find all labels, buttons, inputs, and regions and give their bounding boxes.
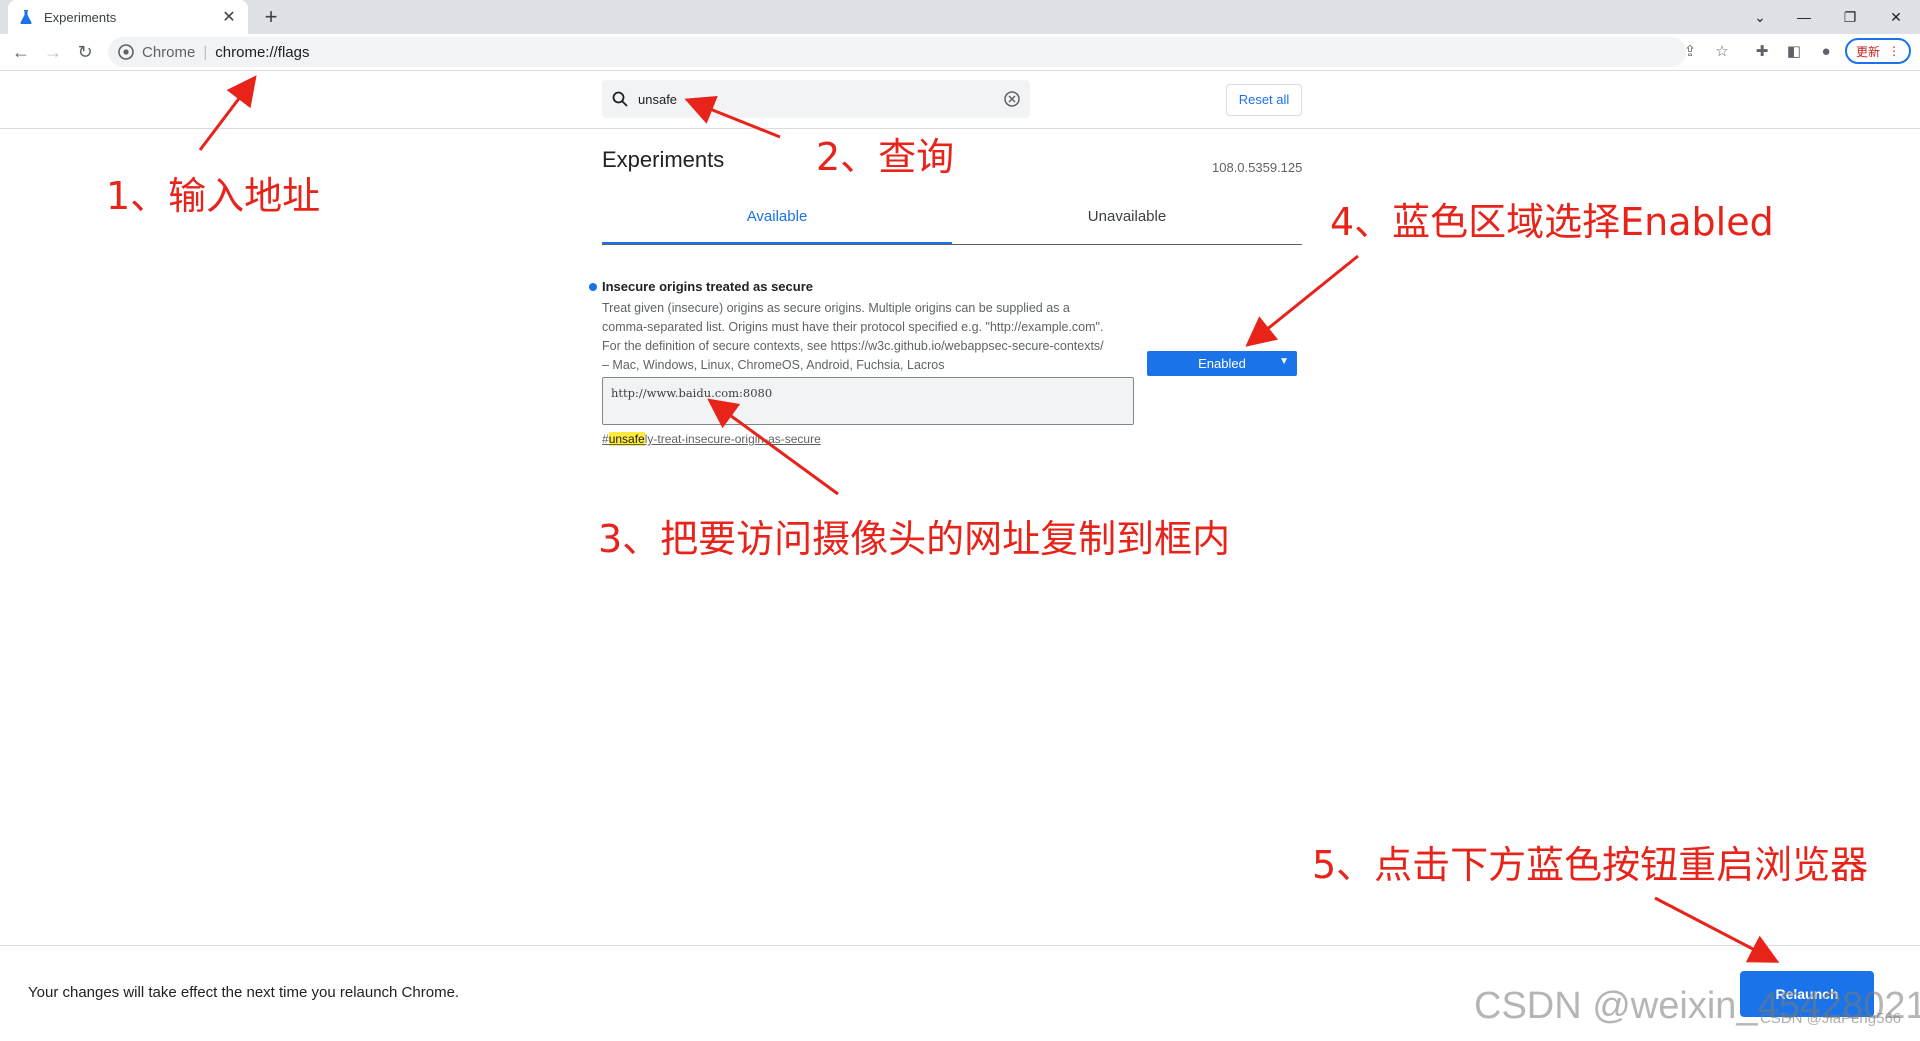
back-icon[interactable]: ← [8,39,34,65]
tab-available[interactable]: Available [602,200,952,244]
omnibox-separator: | [203,43,208,61]
toolbar: ← → ↻ Chrome | chrome://flags ⇪ ☆ ✚ ◧ ● … [0,34,1920,71]
experiment-state-select[interactable]: Enabled ▼ [1147,351,1297,376]
reset-all-button[interactable]: Reset all [1226,84,1302,116]
link-search-highlight: unsafe [608,432,645,446]
version-label: 108.0.5359.125 [1212,160,1303,175]
address-bar[interactable]: Chrome | chrome://flags [108,37,1686,67]
page-title: Experiments [602,147,725,172]
origins-textarea[interactable]: http://www.baidu.com:8080 [602,377,1134,425]
description-line: comma-separated list. Origins must have … [602,320,1104,334]
link-rest: ly-treat-insecure-origin-as-secure [644,432,821,446]
bookmark-star-icon[interactable]: ☆ [1710,40,1734,64]
restore-icon[interactable]: ❐ [1830,4,1870,30]
experiment-permalink[interactable]: #unsafely-treat-insecure-origin-as-secur… [602,432,821,446]
relaunch-message: Your changes will take effect the next t… [28,984,460,1001]
experiment-name: Insecure origins treated as secure [602,279,813,294]
site-label: Chrome [142,43,196,61]
update-label: 更新 [1855,44,1880,59]
tab-title: Experiments [44,9,117,25]
description-line: For the definition of secure contexts, s… [602,339,1104,353]
annotation-step2: 2、查询 [816,135,955,179]
close-icon[interactable]: ✕ [220,7,238,27]
minimize-icon[interactable]: — [1784,4,1824,30]
flask-icon [20,10,32,24]
profile-icon[interactable]: ● [1814,40,1838,64]
more-menu-icon: ⋮ [1888,44,1900,58]
watermark-small: CSDN @JiaPeng566 [1760,1010,1902,1027]
chrome-icon [118,44,134,60]
search-icon [612,91,628,107]
forward-icon[interactable]: → [40,39,66,65]
clear-search-icon[interactable] [1004,91,1020,107]
browser-tab[interactable]: Experiments ✕ [8,0,248,34]
share-icon[interactable]: ⇪ [1678,40,1702,64]
new-tab-icon[interactable]: + [258,4,284,30]
side-panel-icon[interactable]: ◧ [1782,40,1806,64]
annotation-step1: 1、输入地址 [106,174,321,218]
flags-header: unsafe Reset all [0,71,1920,129]
modified-indicator-dot [589,283,597,291]
annotation-step4: 4、蓝色区域选择Enabled [1330,200,1774,244]
tab-search-icon[interactable]: ⌄ [1740,4,1780,30]
experiment-description: Treat given (insecure) origins as secure… [602,299,1142,375]
description-line: – Mac, Windows, Linux, ChromeOS, Android… [602,358,945,372]
extensions-icon[interactable]: ✚ [1750,40,1774,64]
description-line: Treat given (insecure) origins as secure… [602,301,1070,315]
annotation-step3: 3、把要访问摄像头的网址复制到框内 [598,517,1231,561]
reload-icon[interactable]: ↻ [72,39,98,65]
select-value: Enabled [1198,356,1246,371]
update-button[interactable]: 更新 ⋮ [1845,38,1911,64]
flags-tabs: Available Unavailable [602,200,1302,245]
search-value: unsafe [638,91,678,107]
annotation-step5: 5、点击下方蓝色按钮重启浏览器 [1312,843,1869,887]
link-prefix: # [602,432,609,446]
window-close-icon[interactable]: ✕ [1876,4,1916,30]
tab-strip: Experiments ✕ + ⌄ — ❐ ✕ [0,0,1920,34]
arrow-step4 [1245,254,1359,347]
search-input[interactable]: unsafe [602,80,1030,118]
chevron-down-icon: ▼ [1279,356,1289,367]
url-text[interactable]: chrome://flags [215,44,309,61]
tab-unavailable[interactable]: Unavailable [952,200,1302,244]
